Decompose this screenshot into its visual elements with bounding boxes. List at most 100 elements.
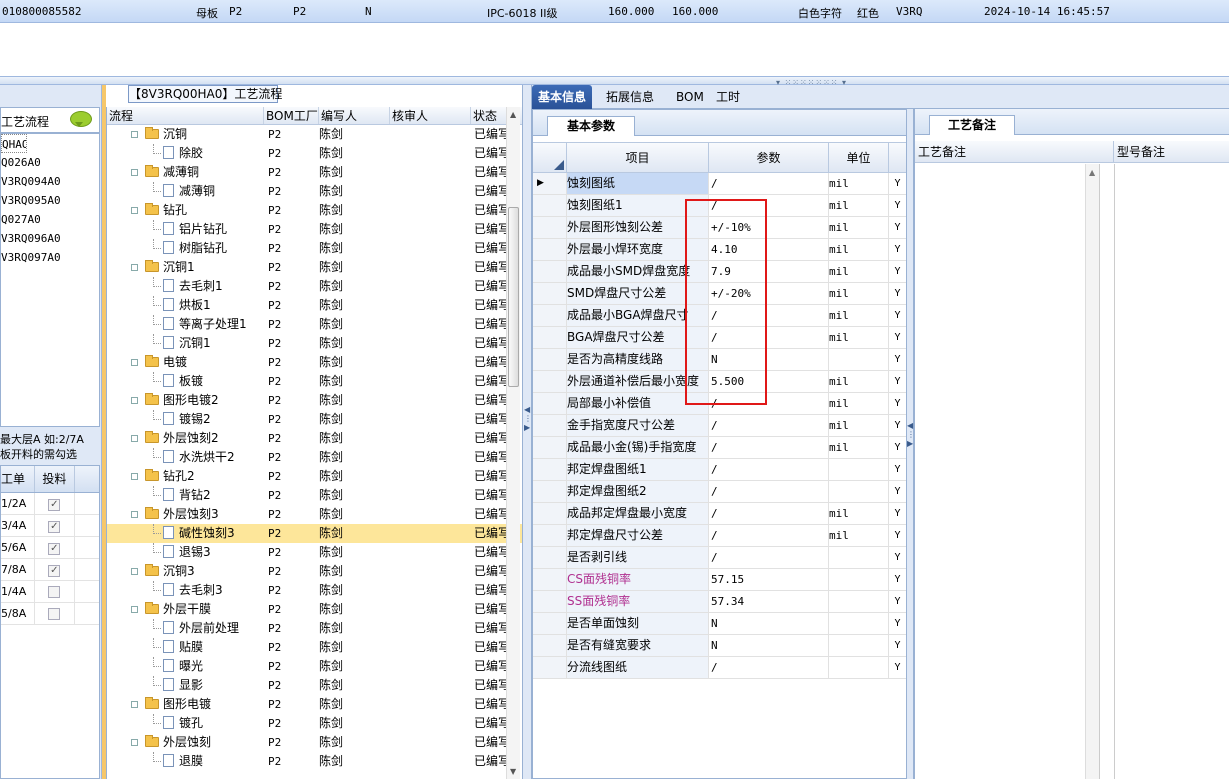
param-row[interactable]: 是否有缝宽要求 N Y — [533, 635, 907, 657]
order-row[interactable]: 1/4A — [1, 581, 99, 603]
param-row[interactable]: ▶ 蚀刻图纸 / mil Y — [533, 173, 907, 195]
feed-cell[interactable] — [35, 603, 75, 624]
process-row[interactable]: 外层蚀刻2 P2 陈剑 已编写 — [107, 429, 522, 448]
panel-separator[interactable]: ◀ ⋮ ▶ — [522, 85, 532, 779]
expand-toggle-icon[interactable] — [131, 606, 138, 613]
process-row[interactable]: 沉铜1 P2 陈剑 已编写 — [107, 334, 522, 353]
process-row[interactable]: 减薄铜 P2 陈剑 已编写 — [107, 163, 522, 182]
expand-toggle-icon[interactable] — [131, 739, 138, 746]
param-value[interactable]: / — [709, 657, 829, 678]
comment-bubble-icon[interactable] — [70, 111, 92, 127]
param-value[interactable]: / — [709, 415, 829, 436]
expand-toggle-icon[interactable] — [131, 701, 138, 708]
tab-bom[interactable]: BOM — [670, 85, 710, 109]
order-row[interactable]: 5/6A ✓ — [1, 537, 99, 559]
process-row[interactable]: 贴膜 P2 陈剑 已编写 — [107, 638, 522, 657]
expand-toggle-icon[interactable] — [131, 473, 138, 480]
param-row[interactable]: CS面残铜率 57.15 Y — [533, 569, 907, 591]
horizontal-splitter[interactable]: ▾ ⁙⁙⁙⁙⁙⁙⁙ ▾ — [0, 76, 1229, 87]
param-value[interactable]: / — [709, 459, 829, 480]
process-row[interactable]: 树脂钻孔 P2 陈剑 已编写 — [107, 239, 522, 258]
process-row[interactable]: 显影 P2 陈剑 已编写 — [107, 676, 522, 695]
tab-basic-params[interactable]: 基本参数 — [547, 116, 635, 136]
process-row[interactable]: 外层蚀刻 P2 陈剑 已编写 — [107, 733, 522, 752]
tab-basic-info[interactable]: 基本信息 — [532, 85, 593, 109]
layer-list-item[interactable]: V3RQ095A0 — [1, 191, 99, 210]
layer-list[interactable]: QHAO Q026A0 V3RQ094A0 V3RQ095A0 Q027A0 V3RQ09… — [0, 133, 100, 427]
param-value[interactable]: 57.15 — [709, 569, 829, 590]
layer-list-item[interactable]: Q027A0 — [1, 210, 99, 229]
layer-list-item[interactable]: V3RQ097A0 — [1, 248, 99, 267]
expand-toggle-icon[interactable] — [131, 207, 138, 214]
tab-extended-info[interactable]: 拓展信息 — [600, 85, 660, 109]
process-row[interactable]: 去毛刺3 P2 陈剑 已编写 — [107, 581, 522, 600]
process-row[interactable]: 去毛刺1 P2 陈剑 已编写 — [107, 277, 522, 296]
layer-list-item[interactable]: Q026A0 — [1, 153, 99, 172]
param-row[interactable]: 是否剥引线 / Y — [533, 547, 907, 569]
process-note-textarea[interactable]: ▲ — [915, 164, 1100, 779]
feed-cell[interactable]: ✓ — [35, 515, 75, 536]
col-flow[interactable]: 流程 — [107, 107, 264, 124]
col-param[interactable]: 参数 — [709, 143, 829, 172]
feed-cell[interactable]: ✓ — [35, 559, 75, 580]
expand-toggle-icon[interactable] — [131, 435, 138, 442]
expand-toggle-icon[interactable] — [131, 397, 138, 404]
process-row[interactable]: 钻孔2 P2 陈剑 已编写 — [107, 467, 522, 486]
collapse-left-icon[interactable]: ◀ ⋮ ▶ — [524, 405, 532, 432]
feed-checkbox[interactable] — [48, 608, 61, 620]
param-row[interactable]: 邦定焊盘尺寸公差 / mil Y — [533, 525, 907, 547]
param-row[interactable]: 是否单面蚀刻 N Y — [533, 613, 907, 635]
process-row[interactable]: 减薄铜 P2 陈剑 已编写 — [107, 182, 522, 201]
process-row[interactable]: 背钻2 P2 陈剑 已编写 — [107, 486, 522, 505]
note-scrollbar[interactable]: ▲ — [1085, 164, 1099, 779]
process-row[interactable]: 镀孔 P2 陈剑 已编写 — [107, 714, 522, 733]
layer-list-item[interactable]: V3RQ094A0 — [1, 172, 99, 191]
layer-list-item[interactable]: QHAO — [1, 134, 27, 153]
process-row[interactable]: 外层前处理 P2 陈剑 已编写 — [107, 619, 522, 638]
param-row[interactable]: SS面残铜率 57.34 Y — [533, 591, 907, 613]
param-value[interactable]: / — [709, 503, 829, 524]
process-row[interactable]: 板镀 P2 陈剑 已编写 — [107, 372, 522, 391]
right-separator[interactable]: ◀ ⋮ ▶ — [906, 109, 915, 779]
param-value[interactable]: N — [709, 635, 829, 656]
feed-checkbox[interactable]: ✓ — [48, 521, 61, 533]
process-row[interactable]: 烘板1 P2 陈剑 已编写 — [107, 296, 522, 315]
feed-checkbox[interactable] — [48, 586, 61, 598]
param-row[interactable]: 成品邦定焊盘最小宽度 / mil Y — [533, 503, 907, 525]
feed-cell[interactable]: ✓ — [35, 493, 75, 514]
param-value[interactable]: 57.34 — [709, 591, 829, 612]
order-row[interactable]: 7/8A ✓ — [1, 559, 99, 581]
process-row[interactable]: 退锡3 P2 陈剑 已编写 — [107, 543, 522, 562]
feed-cell[interactable]: ✓ — [35, 537, 75, 558]
param-row[interactable]: 成品最小金(锡)手指宽度 / mil Y — [533, 437, 907, 459]
process-scrollbar[interactable]: ▲ ▼ — [506, 107, 520, 779]
col-status[interactable]: 状态 — [471, 107, 507, 124]
param-row[interactable]: 分流线图纸 / Y — [533, 657, 907, 679]
col-bom-factory[interactable]: BOM工厂 — [264, 107, 319, 124]
process-row[interactable]: 铝片钻孔 P2 陈剑 已编写 — [107, 220, 522, 239]
process-row[interactable]: 退膜 P2 陈剑 已编写 — [107, 752, 522, 771]
tab-hours[interactable]: 工时 — [710, 85, 746, 109]
process-row[interactable]: 曝光 P2 陈剑 已编写 — [107, 657, 522, 676]
expand-toggle-icon[interactable] — [131, 511, 138, 518]
col-item[interactable]: 项目 — [567, 143, 709, 172]
tab-process-notes[interactable]: 工艺备注 — [929, 115, 1015, 135]
process-row[interactable]: 等离子处理1 P2 陈剑 已编写 — [107, 315, 522, 334]
scroll-up-icon[interactable]: ▲ — [1089, 168, 1095, 177]
process-row[interactable]: 沉铜3 P2 陈剑 已编写 — [107, 562, 522, 581]
process-row[interactable]: 图形电镀2 P2 陈剑 已编写 — [107, 391, 522, 410]
param-value[interactable]: N — [709, 613, 829, 634]
col-writer[interactable]: 编写人 — [319, 107, 390, 124]
process-row[interactable]: 钻孔 P2 陈剑 已编写 — [107, 201, 522, 220]
feed-checkbox[interactable]: ✓ — [48, 499, 61, 511]
process-row[interactable]: 水洗烘干2 P2 陈剑 已编写 — [107, 448, 522, 467]
process-row[interactable]: 沉铜 P2 陈剑 已编写 — [107, 125, 522, 144]
process-row[interactable]: 外层干膜 P2 陈剑 已编写 — [107, 600, 522, 619]
model-note-textarea[interactable] — [1114, 164, 1229, 779]
scroll-thumb[interactable] — [508, 207, 519, 387]
order-row[interactable]: 1/2A ✓ — [1, 493, 99, 515]
process-row[interactable]: 镀锡2 P2 陈剑 已编写 — [107, 410, 522, 429]
feed-cell[interactable] — [35, 581, 75, 602]
expand-toggle-icon[interactable] — [131, 264, 138, 271]
process-row[interactable]: 图形电镀 P2 陈剑 已编写 — [107, 695, 522, 714]
